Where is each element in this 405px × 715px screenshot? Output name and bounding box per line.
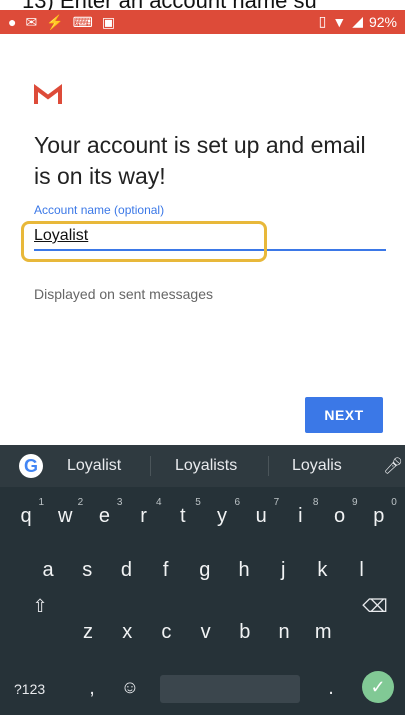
key-label: b	[239, 621, 251, 643]
key-label: m	[314, 621, 332, 643]
key-c[interactable]: c	[150, 621, 182, 644]
key-b[interactable]: b	[229, 621, 261, 644]
image-icon: ▣	[101, 14, 116, 30]
suggestion-2[interactable]: Loyalists	[175, 457, 237, 475]
key-k[interactable]: k	[306, 559, 338, 582]
key-label: r	[140, 505, 147, 527]
account-name-label: Account name (optional)	[34, 203, 165, 217]
key-label: t	[180, 505, 186, 527]
key-w[interactable]: w2	[49, 497, 83, 528]
suggestion-3[interactable]: Loyalis	[292, 457, 342, 475]
wifi-icon: ▼	[332, 13, 347, 30]
microphone-icon[interactable]: 🎤︎	[383, 456, 403, 476]
key-h[interactable]: h	[228, 559, 260, 582]
key-hint: 9	[352, 497, 358, 508]
suggestion-1[interactable]: Loyalist	[67, 457, 121, 475]
key-label: q	[20, 505, 32, 527]
keyboard-icon: ⌨	[72, 14, 93, 30]
key-t[interactable]: t5	[167, 497, 201, 528]
key-label: a	[42, 559, 54, 581]
symbols-key[interactable]: ?123	[14, 681, 45, 697]
status-bar: ● ✉ ⚡ ⌨ ▣ ▯ ▼ ◢ 92%	[0, 10, 405, 34]
key-x[interactable]: x	[111, 621, 143, 644]
helper-text: Displayed on sent messages	[34, 286, 213, 302]
key-hint: 0	[391, 497, 397, 508]
key-label: e	[98, 505, 110, 527]
key-f[interactable]: f	[150, 559, 182, 582]
key-label: n	[278, 621, 290, 643]
key-hint: 7	[273, 497, 280, 508]
key-label: g	[199, 559, 211, 581]
key-i[interactable]: i8	[284, 497, 318, 528]
key-u[interactable]: u7	[245, 497, 280, 528]
key-y[interactable]: y6	[206, 497, 240, 528]
google-icon[interactable]: G	[19, 454, 43, 478]
key-label: u	[255, 505, 267, 527]
enter-check-icon[interactable]: ✓	[362, 671, 394, 703]
key-v[interactable]: v	[190, 621, 222, 644]
key-e[interactable]: e3	[88, 497, 123, 528]
keyboard: G Loyalist Loyalists Loyalis 🎤︎ ⌫ ⇧ ?123…	[0, 445, 405, 715]
backspace-icon[interactable]: ⌫	[358, 596, 392, 617]
gmail-icon: ✉	[25, 14, 38, 30]
key-n[interactable]: n	[268, 621, 300, 644]
suggestion-bar: G Loyalist Loyalists Loyalis 🎤︎	[0, 445, 405, 487]
space-bar[interactable]	[160, 675, 300, 703]
key-j[interactable]: j	[267, 559, 299, 582]
key-hint: 1	[38, 497, 44, 508]
key-d[interactable]: d	[110, 559, 142, 582]
key-s[interactable]: s	[71, 559, 103, 582]
key-label: c	[161, 621, 172, 643]
signal-icon: ◢	[352, 13, 363, 29]
period-key[interactable]: .	[325, 677, 337, 700]
key-label: v	[200, 621, 211, 643]
key-hint: 8	[312, 497, 319, 508]
next-button[interactable]: NEXT	[305, 397, 383, 433]
page-title: Your account is set up and email is on i…	[34, 132, 366, 189]
key-label: l	[359, 559, 364, 581]
key-hint: 4	[156, 497, 162, 508]
key-label: p	[373, 505, 385, 527]
key-hint: 5	[195, 497, 201, 508]
key-r[interactable]: r4	[128, 497, 161, 528]
key-label: k	[317, 559, 328, 581]
key-label: s	[82, 559, 93, 581]
key-label: x	[122, 621, 133, 643]
key-z[interactable]: z	[72, 621, 104, 644]
key-q[interactable]: q1	[10, 497, 44, 528]
key-label: w	[57, 505, 73, 527]
key-p[interactable]: p0	[363, 497, 397, 528]
key-m[interactable]: m	[307, 621, 339, 644]
key-a[interactable]: a	[32, 559, 64, 582]
comma-key[interactable]: ,	[86, 677, 98, 700]
charging-icon: ⚡	[46, 14, 64, 30]
key-label: j	[280, 559, 286, 581]
gmail-logo-icon	[34, 84, 62, 104]
emoji-icon[interactable]: ☺	[118, 677, 142, 698]
key-label: y	[217, 505, 227, 527]
key-l[interactable]: l	[346, 559, 378, 582]
key-label: i	[298, 505, 303, 527]
app-icon: ●	[8, 14, 17, 30]
key-g[interactable]: g	[189, 559, 221, 582]
key-o[interactable]: o9	[324, 497, 358, 528]
key-label: z	[83, 621, 93, 643]
suggestion-divider	[268, 456, 269, 476]
key-label: f	[162, 559, 169, 581]
key-label: o	[334, 505, 346, 527]
key-label: h	[238, 559, 250, 581]
tutorial-highlight	[21, 221, 267, 262]
shift-icon[interactable]: ⇧	[25, 596, 55, 617]
suggestion-divider	[150, 456, 151, 476]
key-hint: 3	[116, 497, 123, 508]
vibrate-icon: ▯	[318, 13, 327, 29]
key-hint: 6	[234, 497, 240, 508]
battery-percent: 92%	[368, 13, 397, 30]
key-hint: 2	[77, 497, 84, 508]
key-label: d	[120, 559, 132, 581]
